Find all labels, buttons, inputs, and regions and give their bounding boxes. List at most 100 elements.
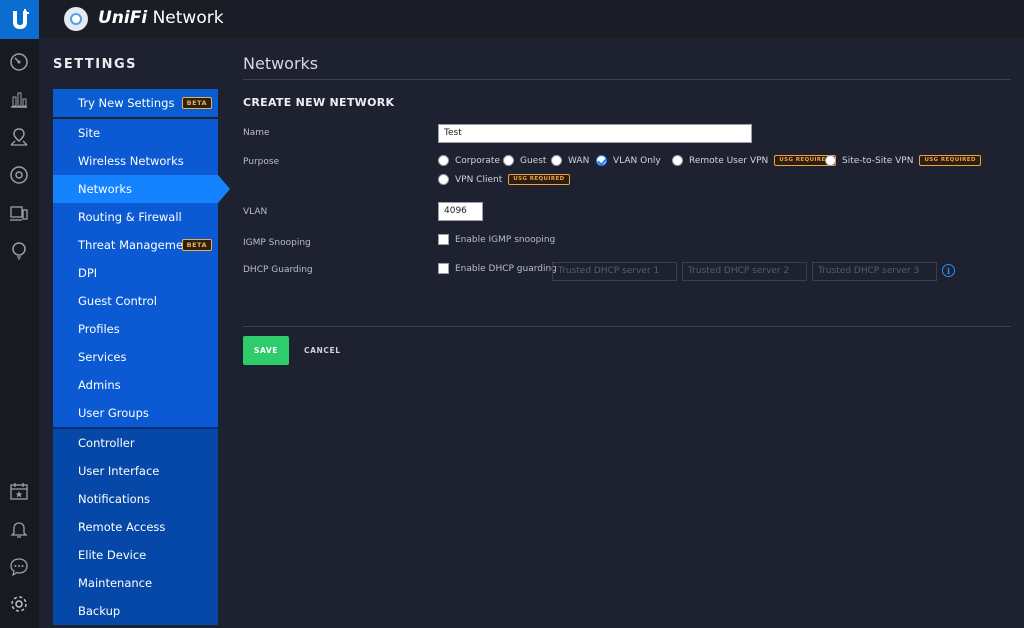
ubiquiti-logo-icon[interactable]: [0, 0, 39, 39]
vlan-input[interactable]: 4096: [438, 202, 483, 221]
purpose-remote-user-vpn-option[interactable]: Remote User VPN USG REQUIRED: [672, 155, 836, 166]
statistics-icon[interactable]: [8, 88, 30, 110]
insights-icon[interactable]: [8, 240, 30, 262]
sidebar-item-label: Guest Control: [78, 294, 158, 308]
purpose-option-label: WAN: [568, 155, 590, 166]
sidebar-item-dpi[interactable]: DPI: [53, 259, 218, 287]
dhcp-guarding-checkbox[interactable]: [438, 263, 449, 274]
sidebar-item-guest-control[interactable]: Guest Control: [53, 287, 218, 315]
sidebar-item-remote-access[interactable]: Remote Access: [53, 513, 218, 541]
sidebar-item-label: User Groups: [78, 406, 149, 420]
sidebar-item-controller[interactable]: Controller: [53, 429, 218, 457]
app-title: UniFi Network: [98, 8, 224, 28]
sidebar-item-routing-firewall[interactable]: Routing & Firewall: [53, 203, 218, 231]
sidebar-item-label: Remote Access: [78, 520, 166, 534]
sidebar-item-maintenance[interactable]: Maintenance: [53, 569, 218, 597]
sidebar-item-notifications[interactable]: Notifications: [53, 485, 218, 513]
sidebar-item-user-interface[interactable]: User Interface: [53, 457, 218, 485]
sidebar-item-label: Routing & Firewall: [78, 210, 182, 224]
dhcp-guarding-label: DHCP Guarding: [243, 265, 313, 275]
purpose-guest-option[interactable]: Guest: [503, 155, 546, 166]
igmp-snooping-label: IGMP Snooping: [243, 238, 311, 248]
radio-wan[interactable]: [551, 155, 562, 166]
settings-nav-group-controller: Controller User Interface Notifications …: [53, 427, 218, 625]
purpose-label: Purpose: [243, 157, 280, 167]
sidebar-item-label: Services: [78, 350, 127, 364]
sidebar-item-label: Notifications: [78, 492, 150, 506]
sidebar-item-label: Controller: [78, 436, 135, 450]
sidebar-item-label: Try New Settings: [78, 96, 175, 110]
name-input[interactable]: Test: [438, 124, 752, 143]
app-title-product: Network: [147, 8, 224, 28]
purpose-option-label: Corporate: [455, 155, 500, 166]
purpose-corporate-option[interactable]: Corporate: [438, 155, 500, 166]
sidebar-item-admins[interactable]: Admins: [53, 371, 218, 399]
radio-corporate[interactable]: [438, 155, 449, 166]
divider: [243, 326, 1011, 327]
igmp-snooping-checkbox[interactable]: [438, 234, 449, 245]
usg-required-badge: USG REQUIRED: [508, 174, 570, 185]
unifi-app-icon: [64, 7, 88, 31]
sidebar-item-try-new-settings[interactable]: Try New Settings BETA: [53, 89, 218, 117]
radio-vpn-client[interactable]: [438, 174, 449, 185]
settings-nav-group-site: Site Wireless Networks Networks Routing …: [53, 119, 230, 427]
radio-guest[interactable]: [503, 155, 514, 166]
sidebar-item-wireless-networks[interactable]: Wireless Networks: [53, 147, 218, 175]
section-title: CREATE NEW NETWORK: [243, 96, 395, 109]
chat-icon[interactable]: [8, 556, 30, 578]
sidebar-item-profiles[interactable]: Profiles: [53, 315, 218, 343]
purpose-option-label: VPN Client: [455, 174, 503, 185]
sidebar-item-label: Threat Management: [78, 238, 195, 252]
purpose-vlan-only-option[interactable]: VLAN Only: [596, 155, 661, 166]
clients-icon[interactable]: [8, 202, 30, 224]
dashboard-icon[interactable]: [8, 51, 30, 73]
sidebar-item-label: Profiles: [78, 322, 120, 336]
info-icon[interactable]: i: [942, 264, 955, 277]
settings-gear-icon[interactable]: [8, 593, 30, 615]
sidebar-item-services[interactable]: Services: [53, 343, 218, 371]
map-icon[interactable]: [8, 126, 30, 148]
purpose-vpn-client-option[interactable]: VPN Client USG REQUIRED: [438, 174, 570, 185]
sidebar-item-site[interactable]: Site: [53, 119, 218, 147]
igmp-snooping-option[interactable]: Enable IGMP snooping: [438, 234, 555, 245]
radio-remote-user-vpn[interactable]: [672, 155, 683, 166]
beta-badge: BETA: [181, 239, 212, 251]
dhcp-guarding-option[interactable]: Enable DHCP guarding: [438, 263, 557, 274]
trusted-dhcp-server-3-input[interactable]: Trusted DHCP server 3: [812, 262, 937, 281]
devices-icon[interactable]: [8, 164, 30, 186]
sidebar-item-label: DPI: [78, 266, 98, 280]
settings-heading: SETTINGS: [53, 57, 138, 72]
sidebar-item-label: User Interface: [78, 464, 160, 478]
sidebar-item-threat-management[interactable]: Threat Management BETA: [53, 231, 218, 259]
sidebar-item-label: Backup: [78, 604, 121, 618]
purpose-option-label: Remote User VPN: [689, 155, 769, 166]
save-button[interactable]: SAVE: [243, 336, 289, 365]
sidebar-item-backup[interactable]: Backup: [53, 597, 218, 625]
radio-site-to-site-vpn[interactable]: [825, 155, 836, 166]
dhcp-guarding-option-label: Enable DHCP guarding: [455, 263, 557, 274]
sidebar-item-user-groups[interactable]: User Groups: [53, 399, 218, 427]
purpose-site-to-site-vpn-option[interactable]: Site-to-Site VPN USG REQUIRED: [825, 155, 981, 166]
sidebar-item-elite-device[interactable]: Elite Device: [53, 541, 218, 569]
sidebar-item-label: Site: [78, 126, 101, 140]
sidebar-item-label: Elite Device: [78, 548, 147, 562]
cancel-button[interactable]: CANCEL: [300, 336, 345, 365]
beta-badge: BETA: [181, 97, 212, 109]
trusted-dhcp-server-1-input[interactable]: Trusted DHCP server 1: [552, 262, 677, 281]
radio-vlan-only[interactable]: [596, 155, 607, 166]
events-icon[interactable]: [8, 480, 30, 502]
alerts-icon[interactable]: [8, 518, 30, 540]
sidebar-item-networks[interactable]: Networks: [53, 175, 230, 203]
sidebar-item-label: Networks: [78, 182, 133, 196]
purpose-option-label: VLAN Only: [613, 155, 661, 166]
trusted-dhcp-server-2-input[interactable]: Trusted DHCP server 2: [682, 262, 807, 281]
usg-required-badge: USG REQUIRED: [919, 155, 981, 166]
settings-nav: Try New Settings BETA Site Wireless Netw…: [53, 89, 230, 625]
sidebar-item-label: Wireless Networks: [78, 154, 184, 168]
left-rail: [0, 39, 39, 628]
sidebar-item-label: Maintenance: [78, 576, 153, 590]
name-label: Name: [243, 128, 270, 138]
purpose-wan-option[interactable]: WAN: [551, 155, 589, 166]
sidebar-item-label: Admins: [78, 378, 121, 392]
purpose-option-label: Guest: [520, 155, 547, 166]
